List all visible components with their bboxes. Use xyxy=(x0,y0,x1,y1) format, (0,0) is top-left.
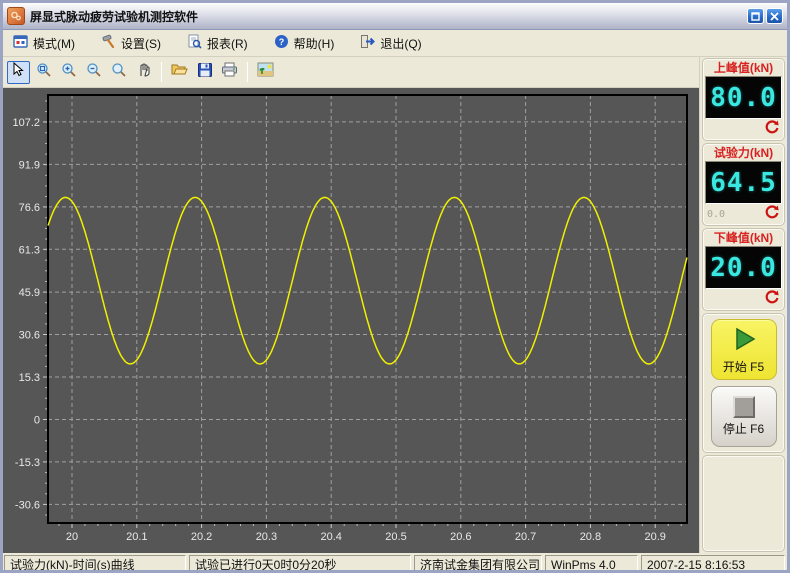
svg-text:20.4: 20.4 xyxy=(320,531,341,543)
svg-text:20.7: 20.7 xyxy=(515,531,536,543)
menu-settings-label: 设置(S) xyxy=(121,35,161,52)
svg-text:?: ? xyxy=(278,37,284,47)
start-button-label: 开始 F5 xyxy=(723,358,764,375)
svg-text:20.5: 20.5 xyxy=(385,531,406,543)
run-control-group: 开始 F5 停止 F6 xyxy=(702,313,785,453)
select-cursor-button[interactable] xyxy=(7,61,30,84)
svg-text:45.9: 45.9 xyxy=(19,287,40,299)
zoom-window-icon xyxy=(36,62,52,83)
menu-exit-label: 退出(Q) xyxy=(380,35,421,52)
force-time-chart: 107.2 91.9 76.6 61.3 45.9 30.6 15.3 0 -15.3 -30.6… xyxy=(3,88,699,553)
cursor-icon xyxy=(11,62,26,82)
lower-peak-display: 20.0 xyxy=(705,246,782,289)
test-force-refresh-icon[interactable] xyxy=(764,204,780,225)
magnifier-icon xyxy=(111,62,127,83)
test-force-label: 试验力(kN) xyxy=(705,145,782,161)
menu-report-label: 报表(R) xyxy=(207,35,248,52)
upper-peak-value: 80.0 xyxy=(710,83,777,113)
upper-peak-group: 上峰值(kN) 80.0 xyxy=(702,58,785,141)
start-button[interactable]: 开始 F5 xyxy=(711,319,777,380)
svg-text:0: 0 xyxy=(34,415,40,427)
svg-text:61.3: 61.3 xyxy=(19,244,40,256)
zoom-window-button[interactable] xyxy=(32,61,55,84)
svg-text:20.1: 20.1 xyxy=(126,531,147,543)
svg-text:30.6: 30.6 xyxy=(19,330,40,342)
toolbar-separator xyxy=(247,62,248,82)
save-floppy-icon xyxy=(197,62,213,83)
chart-svg: 107.2 91.9 76.6 61.3 45.9 30.6 15.3 0 -15.3 -30.6… xyxy=(3,88,699,548)
control-panel: 上峰值(kN) 80.0 试验力(kN) 64.5 0.0 xyxy=(699,57,787,553)
svg-text:20.3: 20.3 xyxy=(256,531,277,543)
menu-help-label: 帮助(H) xyxy=(294,35,335,52)
zoom-in-icon xyxy=(61,62,77,83)
open-folder-icon xyxy=(171,61,188,83)
mode-icon xyxy=(13,34,28,52)
chart-toolbar xyxy=(3,57,699,88)
open-file-button[interactable] xyxy=(168,61,191,84)
upper-peak-display: 80.0 xyxy=(705,76,782,119)
window-title: 屏显式脉动疲劳试验机测控软件 xyxy=(30,8,747,25)
menu-mode[interactable]: 模式(M) xyxy=(13,34,75,52)
exit-icon xyxy=(360,34,375,52)
lower-peak-group: 下峰值(kN) 20.0 xyxy=(702,228,785,311)
status-curve-label: 试验力(kN)-时间(s)曲线 xyxy=(4,555,186,573)
printer-icon xyxy=(221,61,238,83)
lower-peak-refresh-icon[interactable] xyxy=(764,289,780,310)
pan-hand-icon xyxy=(136,62,152,83)
print-button[interactable] xyxy=(218,61,241,84)
svg-text:20.9: 20.9 xyxy=(644,531,665,543)
magnifier-button[interactable] xyxy=(107,61,130,84)
lower-peak-value: 20.0 xyxy=(710,253,777,283)
svg-text:-15.3: -15.3 xyxy=(15,457,40,469)
svg-text:20.8: 20.8 xyxy=(580,531,601,543)
title-bar: 屏显式脉动疲劳试验机测控软件 xyxy=(3,3,787,30)
upper-peak-refresh-icon[interactable] xyxy=(764,119,780,140)
menu-settings[interactable]: 设置(S) xyxy=(101,34,161,52)
status-elapsed-time: 试验已进行0天0时0分20秒 xyxy=(189,555,411,573)
report-search-icon xyxy=(187,34,202,52)
stop-button-label: 停止 F6 xyxy=(723,420,764,437)
zoom-out-icon xyxy=(86,62,102,83)
test-force-sub-value: 0.0 xyxy=(707,209,725,220)
close-button[interactable] xyxy=(766,8,783,24)
empty-group xyxy=(702,455,785,552)
menu-help[interactable]: ? 帮助(H) xyxy=(274,34,335,52)
stop-button[interactable]: 停止 F6 xyxy=(711,386,777,447)
app-gears-icon xyxy=(7,7,25,25)
zoom-in-button[interactable] xyxy=(57,61,80,84)
svg-text:20.6: 20.6 xyxy=(450,531,471,543)
status-company: 济南试金集团有限公司 xyxy=(414,555,542,573)
status-bar: 试验力(kN)-时间(s)曲线 试验已进行0天0时0分20秒 济南试金集团有限公… xyxy=(3,553,787,573)
svg-text:91.9: 91.9 xyxy=(19,159,40,171)
menu-mode-label: 模式(M) xyxy=(33,35,75,52)
svg-text:107.2: 107.2 xyxy=(12,117,40,129)
test-force-group: 试验力(kN) 64.5 0.0 xyxy=(702,143,785,226)
export-image-icon xyxy=(257,61,274,83)
menu-report[interactable]: 报表(R) xyxy=(187,34,248,52)
svg-text:20.2: 20.2 xyxy=(191,531,212,543)
status-version: WinPms 4.0 xyxy=(545,555,638,573)
svg-text:20: 20 xyxy=(66,531,78,543)
upper-peak-label: 上峰值(kN) xyxy=(705,60,782,76)
status-datetime: 2007-2-15 8:16:53 xyxy=(641,555,785,573)
svg-text:76.6: 76.6 xyxy=(19,202,40,214)
test-force-display: 64.5 xyxy=(705,161,782,204)
menu-bar: 模式(M) 设置(S) 报表(R) ? 帮助(H) 退出(Q) xyxy=(3,30,787,57)
settings-hammer-icon xyxy=(101,34,116,52)
help-icon: ? xyxy=(274,34,289,52)
lower-peak-label: 下峰值(kN) xyxy=(705,230,782,246)
svg-text:-30.6: -30.6 xyxy=(15,499,40,511)
main-window: 屏显式脉动疲劳试验机测控软件 模式(M) 设置(S) xyxy=(0,0,790,573)
export-image-button[interactable] xyxy=(254,61,277,84)
stop-square-icon xyxy=(733,396,755,418)
play-icon xyxy=(730,325,758,356)
save-button[interactable] xyxy=(193,61,216,84)
zoom-out-button[interactable] xyxy=(82,61,105,84)
menu-exit[interactable]: 退出(Q) xyxy=(360,34,421,52)
pan-hand-button[interactable] xyxy=(132,61,155,84)
svg-text:15.3: 15.3 xyxy=(19,372,40,384)
toolbar-separator xyxy=(161,62,162,82)
test-force-value: 64.5 xyxy=(710,168,777,198)
maximize-button[interactable] xyxy=(747,8,764,24)
